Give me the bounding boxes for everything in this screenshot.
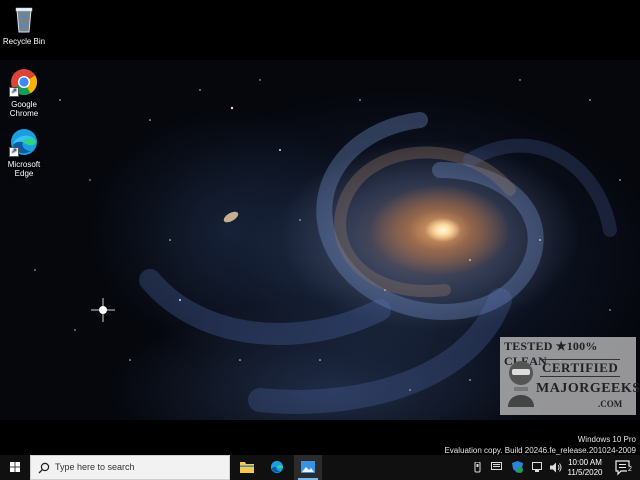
desktop-icon-microsoft-edge[interactable]: ↗ Microsoft Edge bbox=[0, 127, 48, 178]
taskbar-search-box[interactable]: Type here to search bbox=[30, 455, 230, 480]
watermark-brand-text: MAJORGEEKS bbox=[536, 381, 640, 396]
mascot-logo-icon bbox=[508, 361, 534, 407]
clock-time: 10:00 AM bbox=[568, 458, 602, 467]
desktop-icon-google-chrome[interactable]: ↗ Google Chrome bbox=[0, 67, 48, 118]
defender-icon[interactable] bbox=[512, 461, 523, 473]
keyboard-icon[interactable] bbox=[491, 462, 502, 471]
watermark-certified-text: CERTIFIED bbox=[540, 359, 621, 377]
edge-label-line2: Edge bbox=[14, 169, 34, 178]
notification-count-badge: 2 bbox=[627, 466, 633, 474]
recycle-bin-label: Recycle Bin bbox=[2, 37, 46, 46]
chrome-label-line1: Google bbox=[11, 100, 37, 109]
clock-date: 11/5/2020 bbox=[567, 468, 603, 477]
people-icon[interactable] bbox=[473, 462, 483, 473]
file-explorer-icon bbox=[240, 462, 254, 473]
volume-icon[interactable] bbox=[550, 462, 562, 473]
edge-icon bbox=[270, 460, 284, 474]
edge-label-line1: Microsoft bbox=[7, 160, 41, 169]
recycle-bin-icon bbox=[9, 4, 39, 34]
build-watermark: Windows 10 Pro Evaluation copy. Build 20… bbox=[444, 434, 636, 456]
action-center-button[interactable]: 2 bbox=[612, 455, 638, 480]
taskbar-app-edge[interactable] bbox=[264, 455, 290, 480]
network-icon[interactable] bbox=[532, 462, 544, 473]
edge-icon: ↗ bbox=[9, 127, 39, 157]
taskbar-clock[interactable]: 10:00 AM 11/5/2020 bbox=[562, 458, 608, 478]
bright-star bbox=[91, 298, 115, 322]
search-icon bbox=[38, 462, 50, 474]
windows-edition-text: Windows 10 Pro bbox=[577, 435, 636, 444]
taskbar-app-image-viewer[interactable] bbox=[294, 455, 322, 480]
chrome-label-line2: Chrome bbox=[9, 109, 39, 118]
desktop-icon-recycle-bin[interactable]: Recycle Bin bbox=[0, 4, 48, 46]
watermark-suffix-text: .COM bbox=[598, 399, 623, 409]
taskbar: Type here to search 10:00 AM 11/5/2020 2 bbox=[0, 455, 640, 480]
majorgeeks-watermark: TESTED ★100% CLEAN CERTIFIED MAJORGEEKS … bbox=[500, 337, 640, 415]
start-button[interactable] bbox=[0, 455, 30, 480]
desktop: Recycle Bin ↗ Google Chrome ↗ Microsoft … bbox=[0, 0, 640, 480]
image-viewer-icon bbox=[301, 461, 315, 473]
shortcut-arrow-icon: ↗ bbox=[9, 147, 19, 157]
chrome-icon: ↗ bbox=[9, 67, 39, 97]
search-placeholder: Type here to search bbox=[55, 462, 135, 472]
shortcut-arrow-icon: ↗ bbox=[9, 87, 19, 97]
taskbar-app-file-explorer[interactable] bbox=[234, 455, 260, 480]
windows-logo-icon bbox=[10, 462, 20, 472]
